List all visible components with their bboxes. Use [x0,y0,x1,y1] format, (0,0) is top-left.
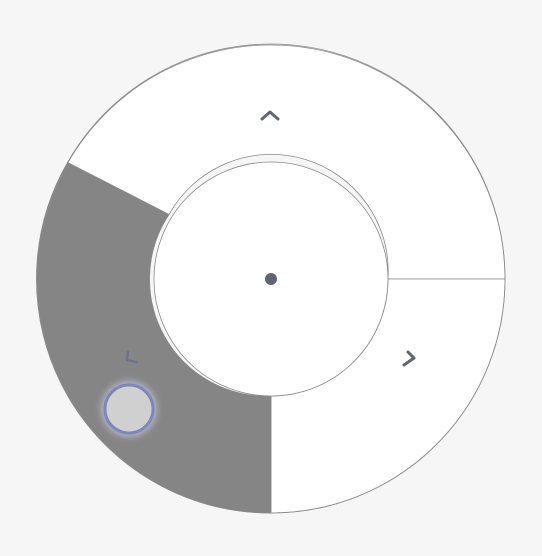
radial-dial-stage [0,0,542,556]
drag-handle[interactable] [103,383,155,435]
center-dot-icon [265,273,277,285]
radial-dial [36,43,506,514]
